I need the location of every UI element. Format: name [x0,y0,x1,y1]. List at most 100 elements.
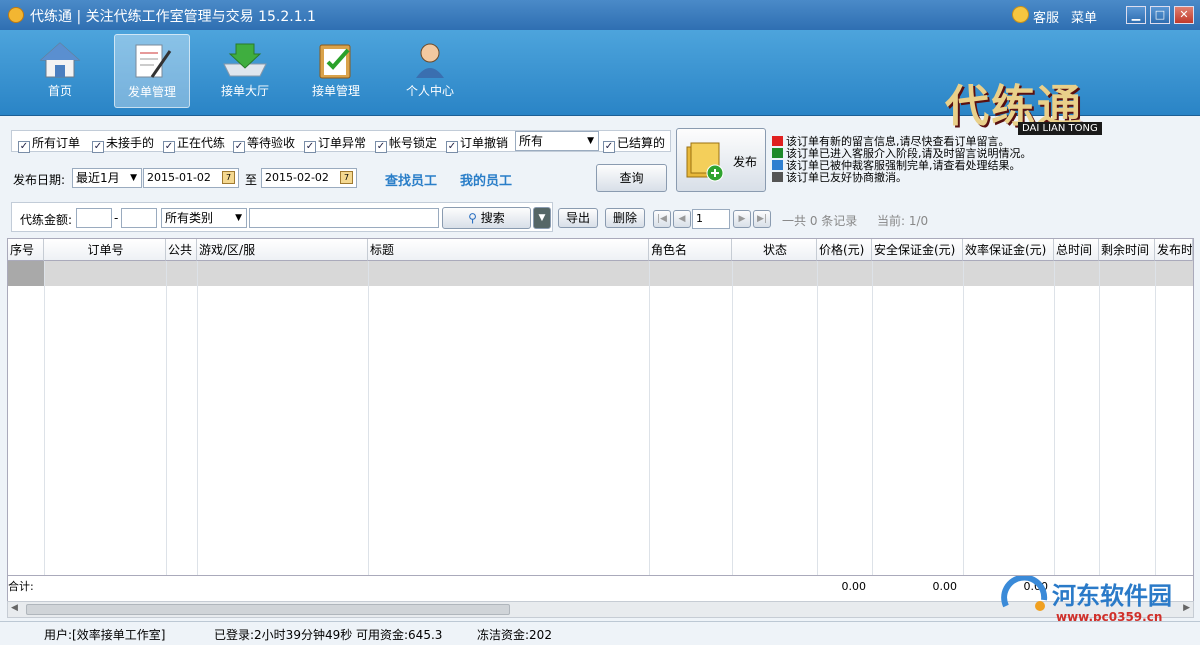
date-label: 发布日期: [13,173,66,187]
scrollbar-thumb[interactable] [26,604,510,615]
nav-home[interactable]: 首页 [22,34,98,108]
checkbox-icon: ✓ [163,141,175,153]
status-filter-row: ✓ 所有订单 ✓ 未接手的 ✓ 正在代练 ✓ 等待验收 ✓ 订单异常 ✓ 帐号锁定 ✓ 订单撤… [11,130,671,153]
publish-button[interactable]: 发布 [676,128,766,192]
column-divider [166,261,167,575]
filter-all-orders[interactable]: ✓ 所有订单 [18,134,80,153]
close-button[interactable]: ✕ [1174,6,1194,24]
column-header-role[interactable]: 角色名 [649,239,732,261]
last-page-icon: ▶| [757,214,767,224]
search-row: 代练金额: - 所有类别 ▼ ⚲ 搜索 ▼ [11,202,553,232]
date-to-input[interactable]: 2015-02-02 7 [261,168,357,188]
column-header-total-time[interactable]: 总时间 [1054,239,1099,261]
status-login-time: 已登录:2小时39分钟49秒 [214,628,353,642]
app-icon [8,7,24,23]
current-page-text: 当前: 1/0 [877,214,929,228]
first-page-button[interactable]: |◀ [653,210,671,228]
date-range-select[interactable]: 最近1月 ▼ [72,168,142,188]
nav-order-publish[interactable]: 发单管理 [114,34,190,108]
search-button[interactable]: ⚲ 搜索 [442,207,531,229]
amount-min-input[interactable] [76,208,112,228]
minimize-button[interactable]: ▁ [1126,6,1146,24]
record-count: 一共 0 条记录 [782,214,858,228]
filter-order-abnormal[interactable]: ✓ 订单异常 [304,134,366,153]
filter-settled[interactable]: ✓ 已结算的 [603,134,665,153]
chevron-down-icon: ▼ [130,173,137,183]
column-divider [368,261,369,575]
filter-awaiting-check[interactable]: ✓ 等待验收 [233,134,295,153]
calendar-icon[interactable]: 7 [222,171,235,184]
date-to-label: 至 [245,173,258,187]
page-number-input[interactable]: 1 [692,209,730,229]
my-staff-link[interactable]: 我的员工 [460,170,512,189]
column-header-game[interactable]: 游戏/区/服 [197,239,368,261]
scroll-left-icon[interactable]: ◀ [11,603,18,613]
status-frozen-funds: 冻洁资金:202 [477,628,552,642]
last-page-button[interactable]: ▶| [753,210,771,228]
checkbox-icon: ✓ [304,141,316,153]
column-header-publish-time[interactable]: 发布时 [1155,239,1193,261]
maximize-button[interactable]: □ [1150,6,1170,24]
nav-personal-label: 个人中心 [405,84,454,98]
summary-price: 0.00 [841,580,867,593]
nav-order-manage[interactable]: 接单管理 [298,34,374,108]
column-header-remaining-time[interactable]: 剩余时间 [1099,239,1155,261]
next-page-button[interactable]: ▶ [733,210,751,228]
nav-order-hall[interactable]: 接单大厅 [207,34,283,108]
nav-personal[interactable]: 个人中心 [392,34,468,108]
checkbox-icon: ✓ [233,141,245,153]
status-available-funds: 可用资金:645.3 [356,628,443,642]
column-divider [732,261,733,575]
column-header-title[interactable]: 标题 [368,239,649,261]
nav-home-label: 首页 [47,84,72,98]
search-icon: ⚲ [468,211,477,225]
filter-unaccepted[interactable]: ✓ 未接手的 [92,134,154,153]
query-button[interactable]: 查询 [596,164,667,192]
category-select[interactable]: 所有类别 ▼ [161,208,247,228]
column-header-price[interactable]: 价格(元) [817,239,872,261]
nav-order-hall-label: 接单大厅 [220,84,269,98]
filter-order-cancelled[interactable]: ✓ 订单撤销 [446,134,508,153]
status-user: 用户:[效率接单工作室] [44,628,166,642]
home-icon [39,42,81,78]
column-header-status[interactable]: 状态 [732,239,817,261]
date-from-input[interactable]: 2015-01-02 7 [143,168,239,188]
column-header-index[interactable]: 序号 [8,239,44,261]
table-row[interactable] [8,261,1193,286]
keyword-input[interactable] [249,208,439,228]
filter-in-progress[interactable]: ✓ 正在代练 [163,134,225,153]
prev-page-icon: ◀ [678,214,686,224]
support-link[interactable]: 客服 [1033,7,1059,26]
checkbox-icon: ✓ [603,141,615,153]
menu-link[interactable]: 菜单 [1071,7,1097,26]
column-header-efficiency-deposit[interactable]: 效率保证金(元) [963,239,1054,261]
summary-label: 合计: [8,580,34,593]
watermark-name: 河东软件园 [1052,581,1172,610]
support-smiley-icon[interactable] [1012,6,1029,23]
row-header[interactable] [8,261,44,286]
chevron-down-icon: ▼ [587,136,594,146]
watermark-logo-icon [1001,576,1048,611]
calendar-icon[interactable]: 7 [340,171,353,184]
amount-max-input[interactable] [121,208,157,228]
filter-account-locked[interactable]: ✓ 帐号锁定 [375,134,437,153]
column-header-order-no[interactable]: 订单号 [44,239,166,261]
prev-page-button[interactable]: ◀ [673,210,691,228]
status-bar: 用户:[效率接单工作室] 已登录:2小时39分钟49秒 可用资金:645.3 冻… [0,621,1200,645]
checkbox-icon: ✓ [446,141,458,153]
chevron-down-icon: ▼ [538,213,546,223]
column-header-security-deposit[interactable]: 安全保证金(元) [872,239,963,261]
summary-security-deposit: 0.00 [932,580,958,593]
search-dropdown-button[interactable]: ▼ [533,207,551,229]
column-header-public[interactable]: 公共 [166,239,197,261]
column-divider [197,261,198,575]
amount-label: 代练金额: [20,213,73,227]
column-divider [872,261,873,575]
export-button[interactable]: 导出 [558,208,598,228]
title-bar: 代练通 | 关注代练工作室管理与交易 15.2.1.1 客服 菜单 ▁ □ ✕ [0,0,1200,30]
brand-logo-subtitle: DAI LIAN TONG [1018,122,1102,135]
find-staff-link[interactable]: 查找员工 [385,170,437,189]
delete-button[interactable]: 删除 [605,208,645,228]
status-select[interactable]: 所有 ▼ [515,131,599,151]
clipboard-icon [319,44,351,79]
